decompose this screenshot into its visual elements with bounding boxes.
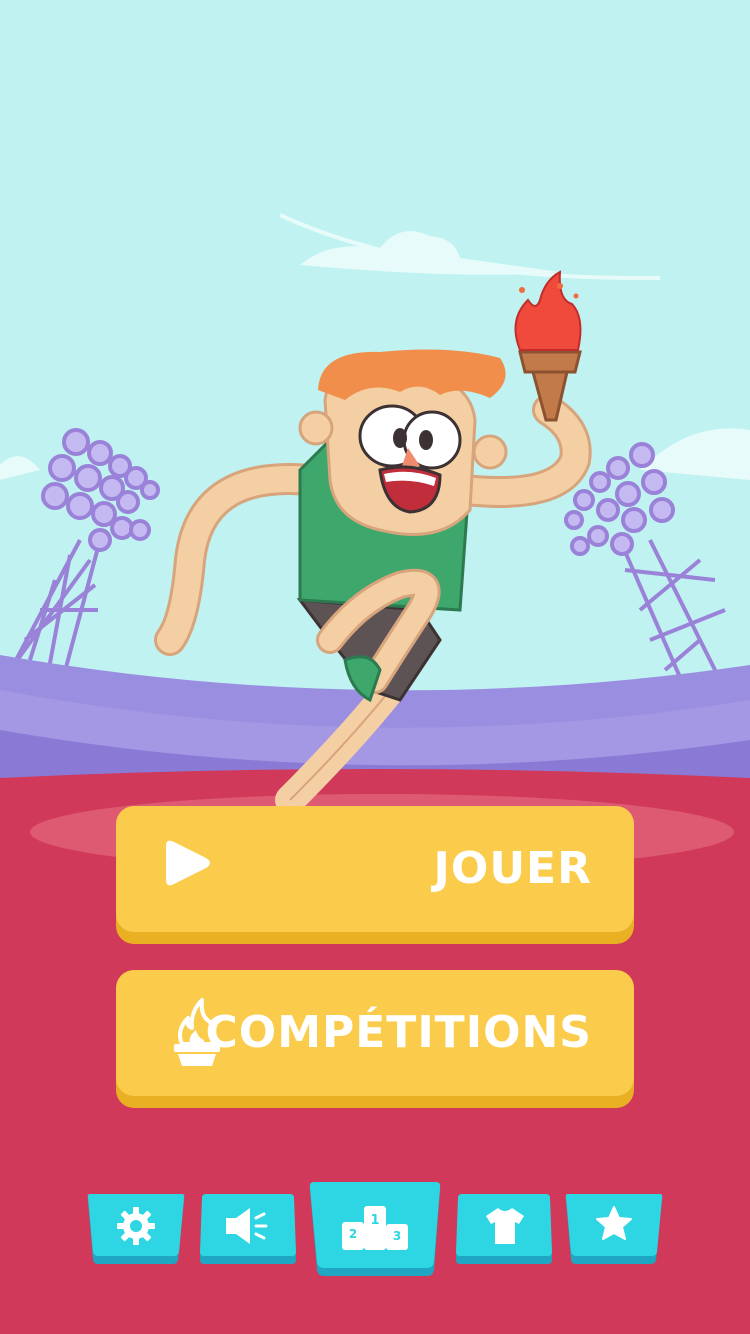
leaderboard-button[interactable]: 1 2 3 xyxy=(308,1182,442,1278)
competitions-button[interactable]: COMPÉTITIONS xyxy=(116,970,634,1096)
podium-icon: 1 2 3 xyxy=(342,1206,408,1250)
rate-button[interactable] xyxy=(564,1194,664,1266)
speaker-icon xyxy=(226,1208,268,1244)
competitions-label: COMPÉTITIONS xyxy=(205,1007,592,1058)
sound-button[interactable] xyxy=(198,1194,298,1266)
star-icon xyxy=(596,1206,632,1240)
settings-button[interactable] xyxy=(86,1194,186,1266)
podium-label-third: 3 xyxy=(393,1229,401,1243)
play-icon xyxy=(166,840,210,886)
outfits-button[interactable] xyxy=(454,1194,554,1266)
play-button[interactable]: JOUER xyxy=(116,806,634,932)
gear-icon xyxy=(117,1207,155,1245)
podium-label-first: 1 xyxy=(370,1213,379,1228)
shirt-icon xyxy=(486,1208,524,1244)
stadium-background xyxy=(0,0,750,1334)
podium-label-second: 2 xyxy=(349,1227,357,1241)
play-label: JOUER xyxy=(433,843,592,894)
